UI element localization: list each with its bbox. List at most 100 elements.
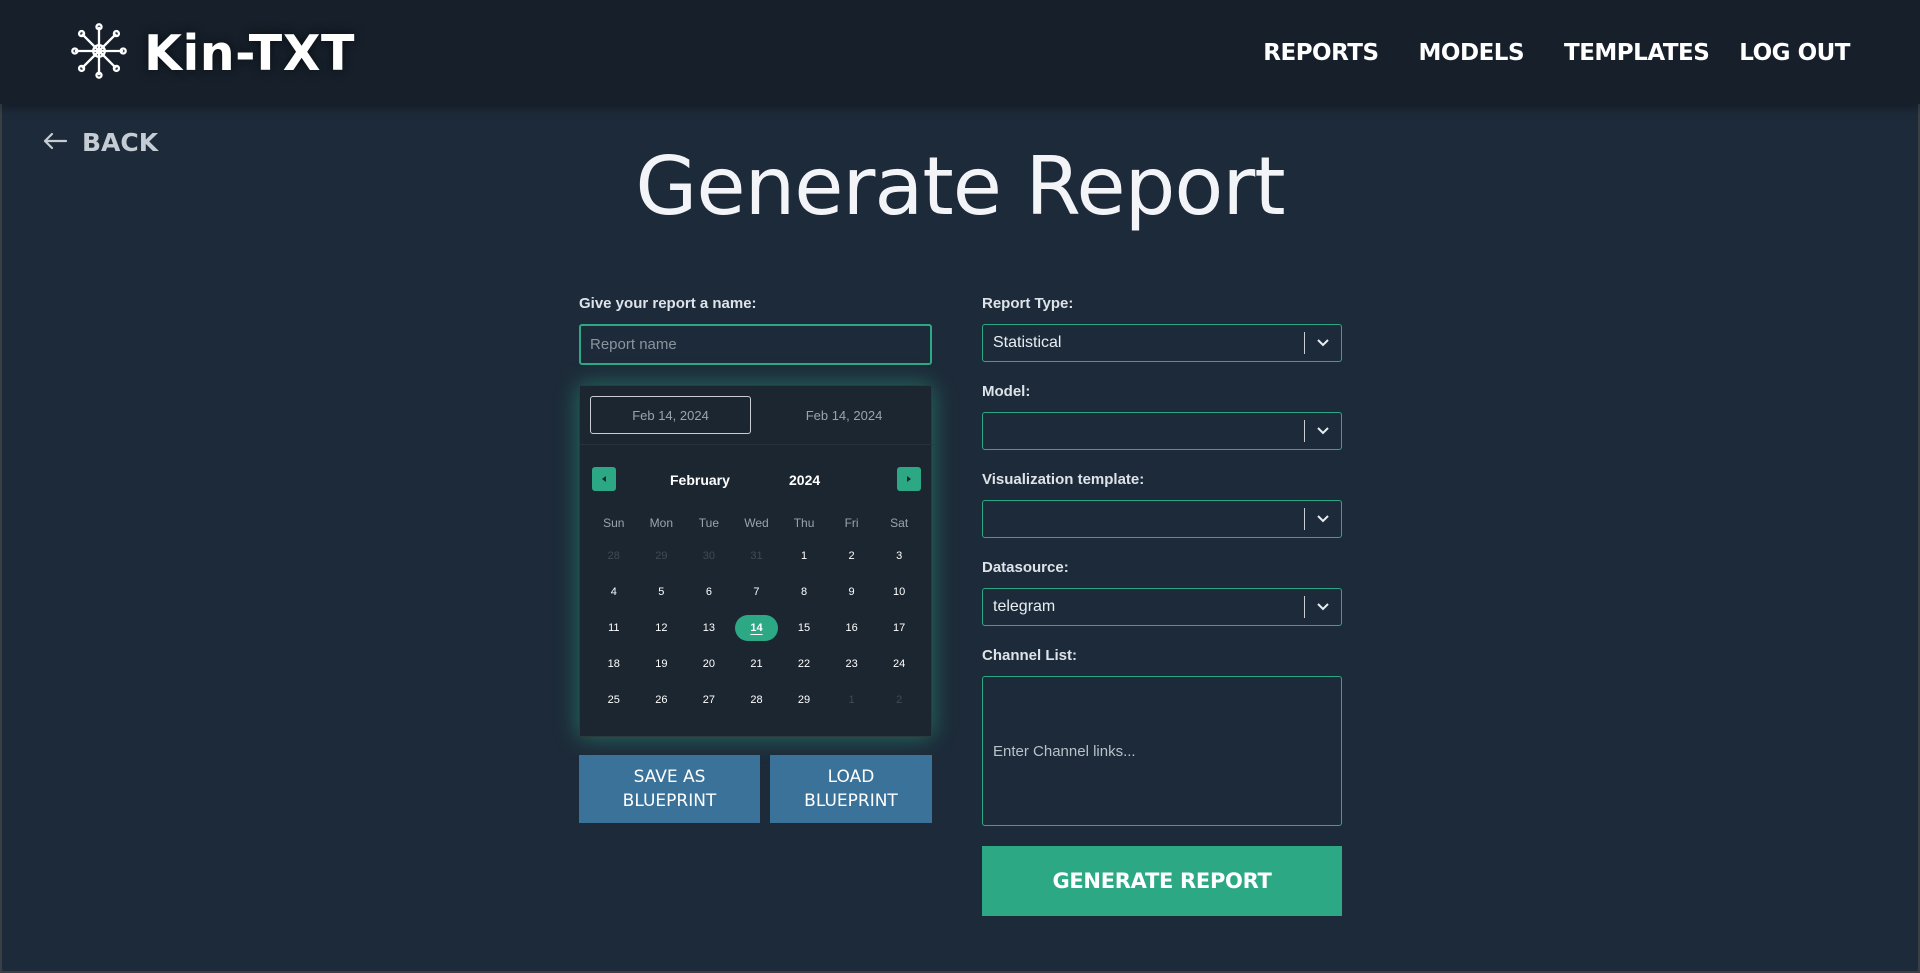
nav-logout[interactable]: LOG OUT [1739, 40, 1850, 66]
calendar-day[interactable]: 31 [733, 538, 781, 574]
report-name-label: Give your report a name: [579, 295, 757, 312]
calendar-day[interactable]: 9 [828, 574, 876, 610]
weekday-header: Mon [649, 516, 674, 530]
datasource-select[interactable]: telegram [982, 588, 1342, 626]
generate-report-button[interactable]: GENERATE REPORT [982, 846, 1342, 916]
calendar-day-number: 31 [750, 550, 763, 562]
calendar-day[interactable]: 18 [590, 646, 638, 682]
end-date-field[interactable]: Feb 14, 2024 [764, 396, 924, 434]
calendar-day-number: 12 [655, 622, 668, 634]
calendar-day-number: 19 [655, 658, 668, 670]
calendar-day[interactable]: 30 [685, 538, 733, 574]
calendar-day-number: 3 [896, 550, 903, 562]
next-month-button[interactable] [897, 467, 921, 491]
calendar-day-number: 23 [845, 658, 858, 670]
calendar-day-number: 2 [896, 694, 903, 706]
nav-models[interactable]: MODELS [1419, 40, 1525, 66]
calendar-day[interactable]: 2 [875, 682, 923, 718]
prev-month-button[interactable] [592, 467, 616, 491]
datasource-value: telegram [993, 598, 1056, 615]
brand[interactable]: Kin-TXT [70, 22, 355, 85]
report-type-select[interactable]: Statistical [982, 324, 1342, 362]
calendar-day-number: 11 [608, 622, 620, 634]
weekday-header: Sun [603, 516, 625, 530]
calendar-day[interactable]: 27 [685, 682, 733, 718]
nav-reports[interactable]: REPORTS [1263, 40, 1379, 66]
calendar-day-number: 7 [753, 586, 760, 598]
calendar-day[interactable]: 16 [828, 610, 876, 646]
calendar-day-number: 29 [655, 550, 668, 562]
calendar-day-number: 4 [610, 586, 617, 598]
top-bar: Kin-TXT REPORTS MODELS TEMPLATES LOG OUT [0, 0, 1920, 104]
caret-right-icon [905, 470, 913, 488]
model-select[interactable] [982, 412, 1342, 450]
calendar-day[interactable]: 21 [733, 646, 781, 682]
calendar-day[interactable]: 5 [638, 574, 686, 610]
calendar-day[interactable]: 6 [685, 574, 733, 610]
visualization-template-select[interactable] [982, 500, 1342, 538]
calendar-day-number: 25 [607, 694, 620, 706]
calendar-day[interactable]: 23 [828, 646, 876, 682]
calendar-day[interactable]: 25 [590, 682, 638, 718]
channel-list-textarea[interactable] [982, 676, 1342, 826]
start-date-field[interactable]: Feb 14, 2024 [590, 396, 751, 434]
model-label: Model: [982, 383, 1031, 400]
calendar-day-number: 5 [658, 586, 665, 598]
calendar-day[interactable]: 29 [638, 538, 686, 574]
calendar-day[interactable]: 12 [638, 610, 686, 646]
calendar-day-number: 13 [702, 622, 716, 634]
calendar-day-number: 24 [893, 658, 906, 670]
calendar-day[interactable]: 1 [828, 682, 876, 718]
calendar-day[interactable]: 4 [590, 574, 638, 610]
calendar-day-number: 28 [607, 550, 620, 562]
calendar-day[interactable]: 11 [590, 610, 638, 646]
calendar-day[interactable]: 26 [638, 682, 686, 718]
calendar-month[interactable]: February [670, 472, 730, 488]
calendar-day-number: 27 [702, 694, 716, 706]
save-blueprint-button[interactable]: SAVE AS BLUEPRINT [579, 755, 760, 823]
calendar-day[interactable]: 7 [733, 574, 781, 610]
chevron-down-icon [1305, 514, 1341, 524]
calendar-day[interactable]: 3 [875, 538, 923, 574]
weekday-header: Wed [744, 516, 769, 530]
calendar-day[interactable]: 28 [590, 538, 638, 574]
report-name-input[interactable] [579, 324, 932, 365]
calendar-day[interactable]: 13 [685, 610, 733, 646]
calendar-day[interactable]: 20 [685, 646, 733, 682]
calendar-day-number: 22 [797, 658, 811, 670]
calendar-day[interactable]: 29 [780, 682, 828, 718]
calendar-day-number: 8 [800, 586, 808, 598]
chevron-down-icon [1305, 338, 1341, 348]
caret-left-icon [600, 470, 608, 488]
calendar-day-number: 1 [800, 550, 808, 562]
calendar-day[interactable]: 19 [638, 646, 686, 682]
weekday-header: Fri [844, 516, 859, 530]
calendar-day-number: 20 [702, 658, 716, 670]
date-range-picker: Feb 14, 2024 Feb 14, 2024 February 2024 … [579, 385, 933, 737]
calendar-day[interactable]: 24 [875, 646, 923, 682]
report-type-value: Statistical [993, 334, 1062, 351]
nav-templates[interactable]: TEMPLATES [1564, 40, 1710, 66]
calendar-day[interactable]: 10 [875, 574, 923, 610]
weekday-header: Sat [890, 516, 909, 530]
calendar-day-selected[interactable]: 14 [733, 610, 781, 646]
calendar-day[interactable]: 1 [780, 538, 828, 574]
calendar-day[interactable]: 15 [780, 610, 828, 646]
calendar-day-number: 2 [848, 550, 855, 562]
calendar-day[interactable]: 22 [780, 646, 828, 682]
chevron-down-icon [1305, 602, 1341, 612]
visualization-template-label: Visualization template: [982, 471, 1145, 488]
calendar-day-number: 9 [848, 586, 855, 598]
calendar-day[interactable]: 17 [875, 610, 923, 646]
calendar-day[interactable]: 28 [733, 682, 781, 718]
weekday-header: Tue [698, 516, 720, 530]
load-blueprint-button[interactable]: LOAD BLUEPRINT [770, 755, 932, 823]
calendar-day-number: 14 [734, 615, 778, 641]
calendar-day-number: 15 [797, 622, 811, 634]
weekday-header: Thu [793, 516, 815, 530]
calendar-day[interactable]: 8 [780, 574, 828, 610]
calendar-day-number: 30 [702, 550, 716, 562]
calendar-year[interactable]: 2024 [789, 472, 820, 488]
calendar-day[interactable]: 2 [828, 538, 876, 574]
calendar-day-number: 17 [893, 622, 906, 634]
